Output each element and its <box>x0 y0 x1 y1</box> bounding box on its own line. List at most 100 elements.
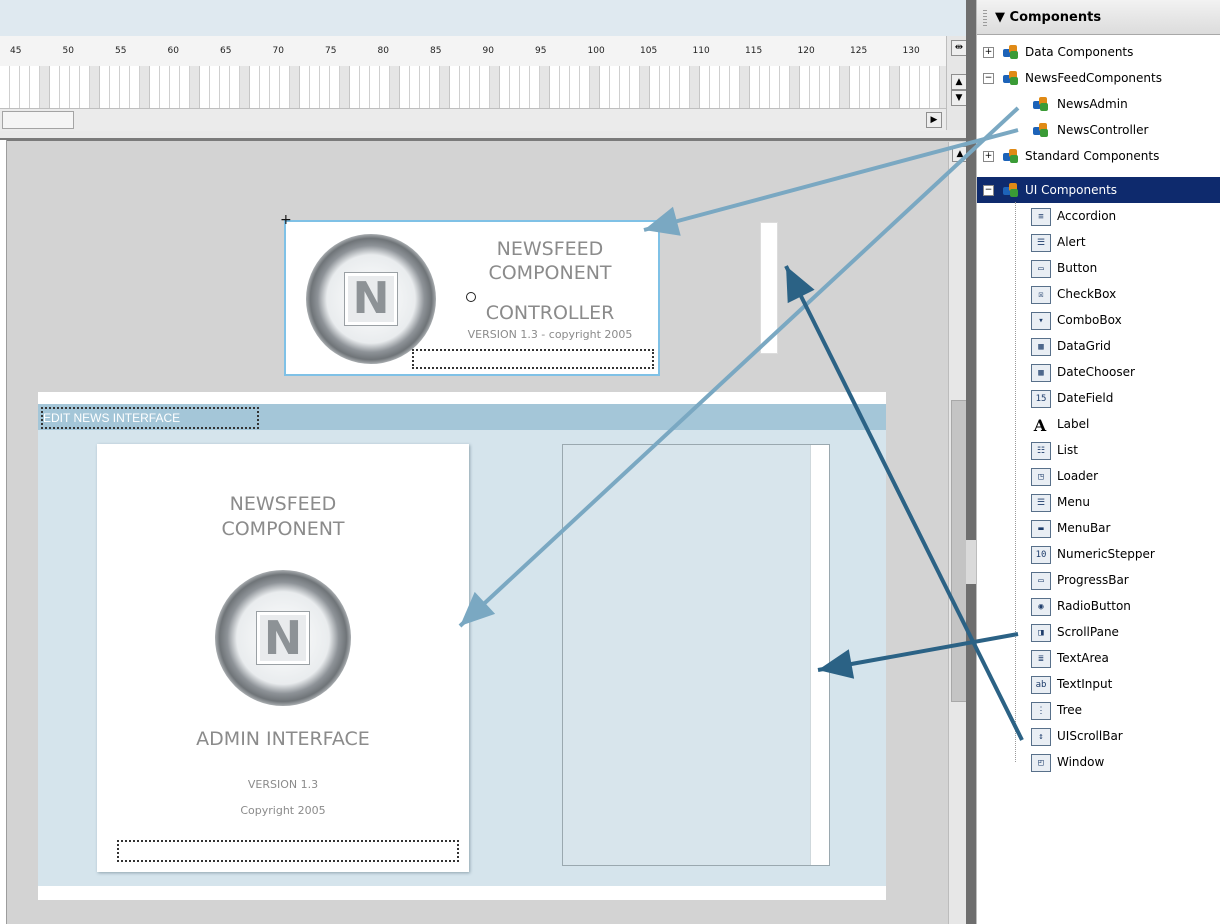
ruler-tick-label: 100 <box>587 46 605 56</box>
scroll-right-button[interactable]: ▶ <box>926 112 942 128</box>
news-admin-instance[interactable]: NEWSFEED COMPONENT N ADMIN INTERFACE VER… <box>97 444 469 872</box>
panel-collapse-handle[interactable] <box>966 540 976 584</box>
timeline-scroll-thumb[interactable] <box>2 111 74 129</box>
tree-item-label: Data Components <box>1025 45 1134 59</box>
components-panel-header[interactable]: ▼ Components <box>977 0 1220 35</box>
tree-item-combobox[interactable]: ▾ ComboBox <box>977 307 1220 333</box>
controller-title-line3: CONTROLLER <box>485 302 615 324</box>
admin-logo-letter: N <box>263 611 303 665</box>
tree-item-window[interactable]: ◰ Window <box>977 749 1220 775</box>
numericstepper-icon: 10 <box>1031 546 1051 564</box>
ruler-tick-label: 60 <box>167 46 179 56</box>
admin-bottom-edge <box>38 886 886 900</box>
admin-interface-panel[interactable]: EDIT NEWS INTERFACE NEWSFEED COMPONENT N… <box>38 392 886 900</box>
tree-item-label: ProgressBar <box>1057 573 1129 587</box>
tree-item-menubar[interactable]: ▬ MenuBar <box>977 515 1220 541</box>
tree-item-data-components[interactable]: + Data Components <box>977 39 1220 65</box>
tree-item-progressbar[interactable]: ▭ ProgressBar <box>977 567 1220 593</box>
loader-icon: ◳ <box>1031 468 1051 486</box>
tree-item-textarea[interactable]: ≣ TextArea <box>977 645 1220 671</box>
ruler-tick-label: 95 <box>535 46 547 56</box>
ruler-tick-label: 70 <box>272 46 284 56</box>
tree-item-label: DataGrid <box>1057 339 1111 353</box>
edit-news-interface-label[interactable]: EDIT NEWS INTERFACE <box>41 407 259 429</box>
tree-item-label: NewsController <box>1057 123 1149 137</box>
tree-item-label: Button <box>1057 261 1098 275</box>
crosshair-cursor-icon: + <box>280 212 292 228</box>
tree-item-textinput[interactable]: ab TextInput <box>977 671 1220 697</box>
tree-item-label: Loader <box>1057 469 1099 483</box>
uiscrollbar-instance[interactable] <box>760 222 778 354</box>
uiscrollbar-icon: ↕ <box>1031 728 1051 746</box>
panel-title-text: Components <box>1009 10 1102 25</box>
tree-item-datagrid[interactable]: ▦ DataGrid <box>977 333 1220 359</box>
admin-text-field[interactable] <box>117 840 459 862</box>
component-folder-icon <box>1003 149 1019 163</box>
scroll-up-button[interactable]: ▲ <box>951 74 967 90</box>
datefield-icon: 15 <box>1031 390 1051 408</box>
timeline-divider <box>0 138 972 141</box>
tree-item-radiobutton[interactable]: ◉ RadioButton <box>977 593 1220 619</box>
scroll-down-button[interactable]: ▼ <box>951 90 967 106</box>
stage-area[interactable]: 45 50 55 60 65 70 75 80 85 90 95 100 105 110 115 120 125… <box>0 0 972 924</box>
timeline-frames[interactable] <box>0 66 946 108</box>
admin-card-title-line1: NEWSFEED <box>229 493 337 515</box>
controller-text-field[interactable] <box>412 349 654 369</box>
expand-icon[interactable]: + <box>983 47 994 58</box>
newsfeed-logo-icon: N <box>306 234 436 364</box>
ruler-tick-label: 85 <box>430 46 442 56</box>
admin-copyright: Copyright 2005 <box>240 804 326 817</box>
radiobutton-icon: ◉ <box>1031 598 1051 616</box>
tree-item-datefield[interactable]: 15 DateField <box>977 385 1220 411</box>
scrollpane-icon: ◨ <box>1031 624 1051 642</box>
ruler-tick-label: 65 <box>220 46 232 56</box>
tree-item-label: Standard Components <box>1025 149 1160 163</box>
expand-icon[interactable]: + <box>983 151 994 162</box>
tree-item-accordion[interactable]: ≡ Accordion <box>977 203 1220 229</box>
tree-item-label: Accordion <box>1057 209 1117 223</box>
tree-item-checkbox[interactable]: ☒ CheckBox <box>977 281 1220 307</box>
accordion-icon: ≡ <box>1031 208 1051 226</box>
scrollpane-instance[interactable] <box>562 444 830 866</box>
panel-divider[interactable] <box>966 0 976 924</box>
timeline-panel: 45 50 55 60 65 70 75 80 85 90 95 100 105 110 115 120 125… <box>0 0 972 141</box>
tree-item-numericstepper[interactable]: 10 NumericStepper <box>977 541 1220 567</box>
registration-point-icon <box>466 292 476 302</box>
panel-grip-icon[interactable] <box>983 10 987 26</box>
center-frame-icon[interactable]: ⇹ <box>951 40 967 56</box>
tree-item-loader[interactable]: ◳ Loader <box>977 463 1220 489</box>
scrollpane-scrollbar[interactable] <box>810 445 829 865</box>
tree-item-label: DateChooser <box>1057 365 1135 379</box>
tree-icon: ⋮ <box>1031 702 1051 720</box>
ruler-tick-label: 125 <box>850 46 868 56</box>
tree-item-menu[interactable]: ☰ Menu <box>977 489 1220 515</box>
tree-item-button[interactable]: ▭ Button <box>977 255 1220 281</box>
admin-title-bar[interactable]: EDIT NEWS INTERFACE <box>38 404 886 430</box>
tree-item-standard-components[interactable]: + Standard Components <box>977 143 1220 169</box>
tree-item-tree[interactable]: ⋮ Tree <box>977 697 1220 723</box>
tree-item-uiscrollbar[interactable]: ↕ UIScrollBar <box>977 723 1220 749</box>
ruler-tick-label: 120 <box>797 46 815 56</box>
tree-item-alert[interactable]: ☰ Alert <box>977 229 1220 255</box>
panel-title[interactable]: ▼ Components <box>995 10 1101 25</box>
tree-item-newsadmin[interactable]: NewsAdmin <box>977 91 1220 117</box>
frame-ruler[interactable]: 45 50 55 60 65 70 75 80 85 90 95 100 105 110 115 120 125… <box>0 36 946 67</box>
tree-item-label[interactable]: A Label <box>977 411 1220 437</box>
timeline-horizontal-scrollbar[interactable]: ▶ <box>0 108 946 131</box>
tree-item-scrollpane[interactable]: ◨ ScrollPane <box>977 619 1220 645</box>
datagrid-icon: ▦ <box>1031 338 1051 356</box>
tree-item-ui-components[interactable]: − UI Components <box>977 177 1220 203</box>
tree-item-newsfeed-components[interactable]: − NewsFeedComponents <box>977 65 1220 91</box>
tree-item-list[interactable]: ☷ List <box>977 437 1220 463</box>
tree-item-datechooser[interactable]: ▦ DateChooser <box>977 359 1220 385</box>
timeline-header <box>0 0 972 36</box>
stage-left-edge <box>0 140 7 924</box>
ruler-tick-label: 75 <box>325 46 337 56</box>
tree-item-newscontroller[interactable]: NewsController <box>977 117 1220 143</box>
progressbar-icon: ▭ <box>1031 572 1051 590</box>
datechooser-icon: ▦ <box>1031 364 1051 382</box>
collapse-icon[interactable]: − <box>983 185 994 196</box>
collapse-icon[interactable]: − <box>983 73 994 84</box>
list-icon: ☷ <box>1031 442 1051 460</box>
ruler-tick-label: 80 <box>377 46 389 56</box>
